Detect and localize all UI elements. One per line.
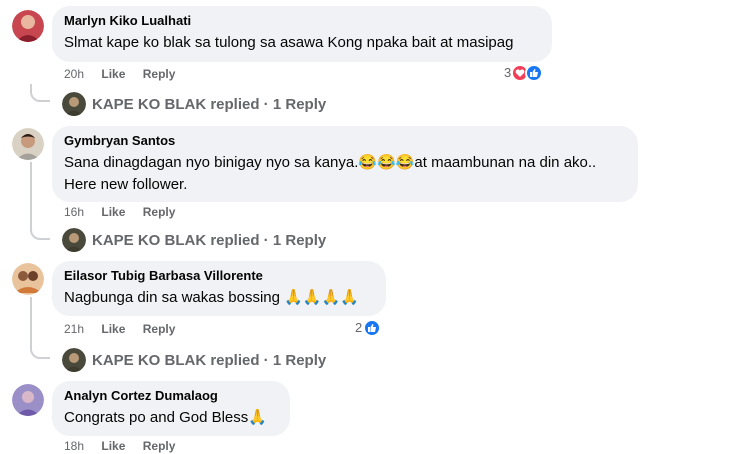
comment-text-cont: at maambunan na din ako.. xyxy=(414,154,597,171)
thread-connector xyxy=(30,84,50,102)
view-replies-link[interactable]: KAPE KO BLAK replied · 1 Reply xyxy=(92,351,326,371)
reaction-summary[interactable]: 2 xyxy=(355,319,382,337)
avatar[interactable] xyxy=(12,10,44,42)
comment-actions: 18h Like Reply xyxy=(64,438,189,454)
page-avatar[interactable] xyxy=(62,92,86,116)
comment-text: Slmat kape ko blak sa tulong sa asawa Ko… xyxy=(64,34,514,51)
thread-connector xyxy=(30,297,50,359)
folded-hands-emoji: 🙏🙏🙏🙏 xyxy=(284,289,359,306)
comment-bubble: Gymbryan Santos Sana dinagdagan nyo bini… xyxy=(52,126,638,202)
reaction-summary[interactable]: 3 xyxy=(504,64,544,82)
page-avatar[interactable] xyxy=(62,348,86,372)
avatar[interactable] xyxy=(12,384,44,416)
comment-time[interactable]: 16h xyxy=(64,205,84,219)
comment-author[interactable]: Gymbryan Santos xyxy=(64,133,626,149)
like-button[interactable]: Like xyxy=(101,67,125,81)
thread-connector xyxy=(30,222,50,240)
like-button[interactable]: Like xyxy=(101,322,125,336)
comment-actions: 16h Like Reply xyxy=(64,204,189,220)
comment-bubble: Analyn Cortez Dumalaog Congrats po and G… xyxy=(52,381,290,436)
like-icon xyxy=(363,319,382,337)
comment-bubble: Marlyn Kiko Lualhati Slmat kape ko blak … xyxy=(52,6,552,62)
like-icon xyxy=(525,64,544,82)
comment-text-line-1: Sana dinagdagan nyo binigay nyo sa kanya… xyxy=(64,152,626,173)
reply-button[interactable]: Reply xyxy=(143,67,176,81)
laughing-emoji: 😂😂😂 xyxy=(358,154,415,171)
comment-author[interactable]: Eilasor Tubig Barbasa Villorente xyxy=(64,268,374,284)
comment-text: Congrats po and God Bless xyxy=(64,409,249,426)
comment-text-line: Congrats po and God Bless🙏 xyxy=(64,407,278,428)
view-replies-link[interactable]: KAPE KO BLAK replied · 1 Reply xyxy=(92,95,326,115)
reply-button[interactable]: Reply xyxy=(143,205,176,219)
thread-line xyxy=(30,162,32,230)
avatar[interactable] xyxy=(12,263,44,295)
comment-text-line-2: Here new follower. xyxy=(64,176,188,193)
avatar[interactable] xyxy=(12,128,44,160)
like-button[interactable]: Like xyxy=(101,205,125,219)
comment-bubble: Eilasor Tubig Barbasa Villorente Nagbung… xyxy=(52,261,386,316)
comment-time[interactable]: 21h xyxy=(64,322,84,336)
reply-button[interactable]: Reply xyxy=(143,322,176,336)
view-replies-link[interactable]: KAPE KO BLAK replied · 1 Reply xyxy=(92,231,326,251)
like-button[interactable]: Like xyxy=(101,439,125,453)
comment-text: Nagbunga din sa wakas bossing xyxy=(64,289,280,306)
comment-time[interactable]: 18h xyxy=(64,439,84,453)
reaction-count: 3 xyxy=(504,65,512,80)
comment-time[interactable]: 20h xyxy=(64,67,84,81)
comment-actions: 21h Like Reply xyxy=(64,321,189,337)
comment-author[interactable]: Marlyn Kiko Lualhati xyxy=(64,13,540,29)
comment-actions: 20h Like Reply xyxy=(64,66,189,82)
reply-button[interactable]: Reply xyxy=(143,439,176,453)
comment-text-line: Nagbunga din sa wakas bossing 🙏🙏🙏🙏 xyxy=(64,287,374,308)
folded-hands-emoji: 🙏 xyxy=(248,409,267,426)
page-avatar[interactable] xyxy=(62,228,86,252)
comment-author[interactable]: Analyn Cortez Dumalaog xyxy=(64,388,278,404)
reaction-count: 2 xyxy=(355,320,363,335)
comment-text: Sana dinagdagan nyo binigay nyo sa kanya… xyxy=(64,154,359,171)
